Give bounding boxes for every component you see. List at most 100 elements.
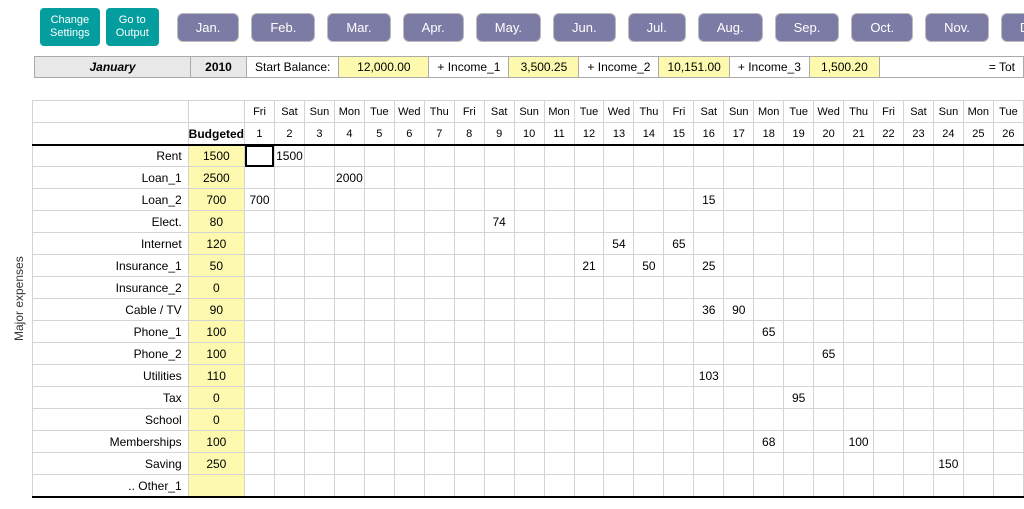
budget-cell[interactable]: 90 [188,299,244,321]
month-tab-feb[interactable]: Feb. [251,13,315,42]
grid-cell[interactable] [604,167,634,189]
grid-cell[interactable] [514,233,544,255]
month-tab-dec[interactable]: Dec. [1001,13,1024,42]
grid-cell[interactable] [694,453,724,475]
grid-cell[interactable] [754,365,784,387]
grid-cell[interactable] [394,233,424,255]
grid-cell[interactable] [844,145,874,167]
grid-cell[interactable] [514,321,544,343]
grid-cell[interactable]: 65 [814,343,844,365]
grid-cell[interactable] [364,453,394,475]
grid-cell[interactable] [245,255,275,277]
grid-cell[interactable] [814,145,844,167]
grid-cell[interactable] [484,277,514,299]
grid-cell[interactable] [634,167,664,189]
budget-cell[interactable]: 120 [188,233,244,255]
grid-cell[interactable] [544,189,574,211]
grid-cell[interactable] [664,409,694,431]
grid-cell[interactable] [963,145,993,167]
grid-cell[interactable] [544,365,574,387]
grid-cell[interactable] [694,145,724,167]
grid-cell[interactable] [304,211,334,233]
grid-cell[interactable] [514,409,544,431]
grid-cell[interactable] [903,343,933,365]
grid-cell[interactable] [963,189,993,211]
grid-cell[interactable] [574,233,604,255]
grid-cell[interactable] [874,145,904,167]
grid-cell[interactable] [454,167,484,189]
grid-cell[interactable] [274,453,304,475]
grid-cell[interactable] [514,189,544,211]
grid-cell[interactable] [724,431,754,453]
grid-cell[interactable] [933,431,963,453]
grid-cell[interactable]: 103 [694,365,724,387]
grid-cell[interactable] [963,299,993,321]
grid-cell[interactable] [664,189,694,211]
grid-cell[interactable] [274,475,304,497]
grid-cell[interactable] [993,189,1023,211]
budget-cell[interactable]: 700 [188,189,244,211]
grid-cell[interactable] [544,431,574,453]
grid-cell[interactable] [424,409,454,431]
income2-value[interactable]: 10,151.00 [659,57,729,77]
grid-cell[interactable] [544,475,574,497]
grid-cell[interactable] [963,365,993,387]
grid-cell[interactable] [334,189,364,211]
grid-cell[interactable] [604,189,634,211]
grid-cell[interactable] [484,431,514,453]
grid-cell[interactable] [933,409,963,431]
grid-cell[interactable] [754,453,784,475]
grid-cell[interactable]: 2000 [334,167,364,189]
grid-cell[interactable] [424,167,454,189]
day-header-4[interactable]: 4 [334,123,364,145]
grid-cell[interactable] [364,211,394,233]
grid-cell[interactable] [903,409,933,431]
grid-cell[interactable] [604,255,634,277]
grid-cell[interactable] [304,277,334,299]
grid-cell[interactable] [424,145,454,167]
grid-cell[interactable] [514,167,544,189]
grid-cell[interactable] [903,299,933,321]
day-header-26[interactable]: 26 [993,123,1023,145]
grid-cell[interactable] [724,343,754,365]
grid-cell[interactable] [933,277,963,299]
grid-cell[interactable] [514,211,544,233]
grid-cell[interactable] [245,233,275,255]
grid-cell[interactable] [245,211,275,233]
grid-cell[interactable] [874,321,904,343]
grid-cell[interactable] [245,167,275,189]
grid-cell[interactable] [274,233,304,255]
grid-cell[interactable] [874,211,904,233]
grid-cell[interactable] [844,475,874,497]
budget-cell[interactable]: 100 [188,343,244,365]
grid-cell[interactable] [604,431,634,453]
grid-cell[interactable] [484,145,514,167]
grid-cell[interactable] [634,299,664,321]
grid-cell[interactable] [993,387,1023,409]
grid-cell[interactable] [424,387,454,409]
grid-cell[interactable] [574,387,604,409]
grid-cell[interactable] [274,299,304,321]
grid-cell[interactable]: 150 [933,453,963,475]
grid-cell[interactable] [364,321,394,343]
grid-cell[interactable] [963,387,993,409]
day-header-7[interactable]: 7 [424,123,454,145]
grid-cell[interactable] [574,365,604,387]
day-header-2[interactable]: 2 [274,123,304,145]
grid-cell[interactable] [844,453,874,475]
grid-cell[interactable] [874,453,904,475]
grid-cell[interactable] [694,167,724,189]
grid-cell[interactable]: 25 [694,255,724,277]
grid-cell[interactable] [274,321,304,343]
grid-cell[interactable] [245,321,275,343]
day-header-17[interactable]: 17 [724,123,754,145]
grid-cell[interactable] [814,387,844,409]
grid-cell[interactable] [903,453,933,475]
grid-cell[interactable] [903,321,933,343]
grid-cell[interactable] [784,255,814,277]
grid-cell[interactable] [933,365,963,387]
grid-cell[interactable] [604,211,634,233]
grid-cell[interactable] [844,321,874,343]
grid-cell[interactable] [664,321,694,343]
grid-cell[interactable] [364,167,394,189]
